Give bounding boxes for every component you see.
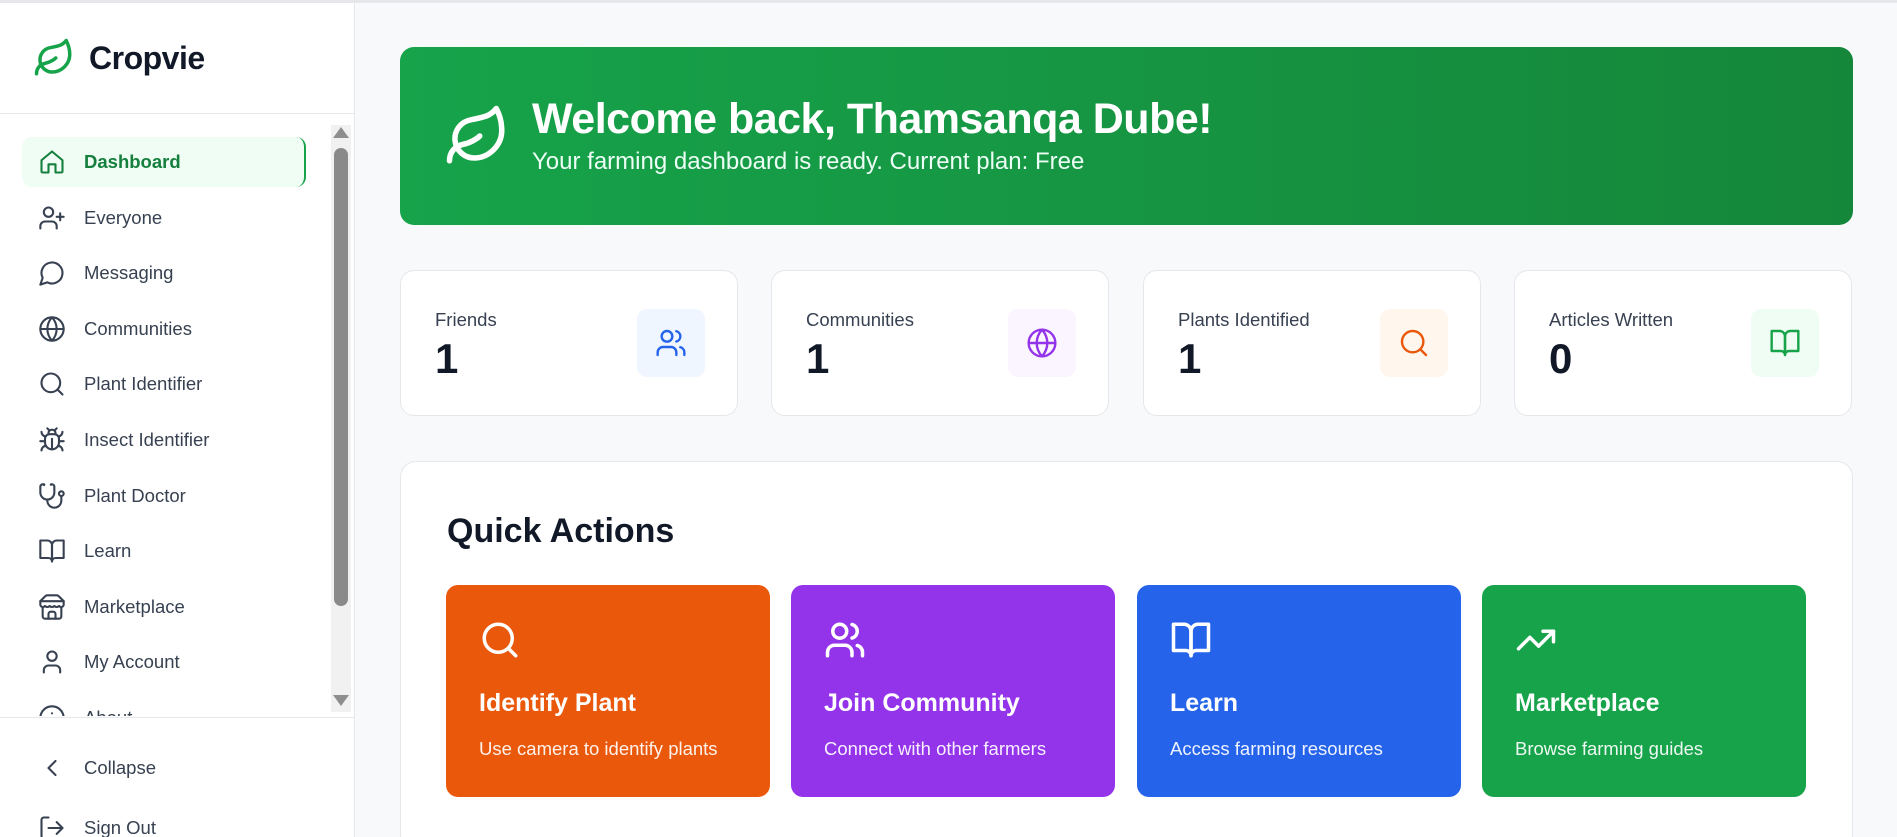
chevron-left-icon (47, 759, 57, 777)
search-icon (40, 372, 64, 396)
stethoscope-icon (39, 482, 65, 509)
home-icon (40, 150, 64, 174)
search-icon (482, 622, 518, 658)
stat-value: 1 (1178, 335, 1202, 382)
sidebar-scrollbar[interactable] (331, 125, 351, 712)
collapse-button[interactable]: Collapse (38, 754, 156, 782)
user-plus-icon (39, 206, 65, 230)
quick-actions-title: Quick Actions (447, 512, 675, 550)
sign-out-label: Sign Out (84, 817, 156, 837)
sign-out-button[interactable]: Sign Out (38, 814, 156, 837)
sidebar-item-label: Dashboard (84, 151, 181, 172)
quick-action-desc: Connect with other farmers (824, 738, 1047, 759)
sidebar-nav-scroll: Dashboard Everyone Messaging Communities… (0, 115, 354, 716)
sidebar-nav: Dashboard Everyone Messaging Communities… (22, 137, 306, 716)
book-open-icon (1171, 622, 1211, 658)
app-name: Cropvie (89, 39, 205, 76)
welcome-banner: Welcome back, Thamsanqa Dube! Your farmi… (400, 47, 1853, 225)
marketplace-button[interactable]: Marketplace Browse farming guides (1482, 585, 1806, 797)
sidebar-item-label: Communities (84, 317, 192, 339)
stat-card-articles-written: Articles Written 0 (1514, 270, 1852, 416)
bug-icon (39, 427, 65, 452)
sidebar-item-label: Learn (84, 540, 132, 562)
quick-action-title: Learn (1170, 689, 1239, 717)
message-circle-icon (39, 261, 64, 286)
users-icon (656, 329, 686, 357)
sidebar-item-dashboard[interactable]: Dashboard (22, 137, 306, 187)
sidebar-item-label: Marketplace (84, 595, 185, 617)
stat-label: Friends (435, 309, 497, 330)
stat-card-communities: Communities 1 (771, 270, 1109, 416)
sidebar-item-label: Insect Identifier (84, 428, 210, 450)
stat-value: 1 (435, 335, 459, 382)
scrollbar-thumb[interactable] (334, 148, 348, 606)
welcome-title: Welcome back, Thamsanqa Dube! (532, 95, 1213, 144)
users-icon (825, 622, 865, 658)
user-icon (42, 650, 62, 674)
stat-icon-box (637, 309, 705, 377)
book-open-icon (39, 539, 65, 563)
quick-action-desc: Access farming resources (1170, 738, 1383, 759)
sidebar-item-label: Messaging (84, 262, 174, 284)
stat-label: Communities (806, 309, 914, 330)
stat-value: 1 (806, 335, 830, 382)
quick-actions-panel: Quick Actions Identify Plant Use camera … (400, 461, 1853, 837)
stat-label: Plants Identified (1178, 309, 1310, 330)
identify-plant-button[interactable]: Identify Plant Use camera to identify pl… (446, 585, 770, 797)
leaf-logo-icon (34, 38, 72, 76)
sidebar-item-plant-identifier[interactable]: Plant Identifier (22, 359, 306, 409)
sidebar-item-insect-identifier[interactable]: Insect Identifier (22, 415, 306, 465)
quick-action-title: Marketplace (1515, 689, 1660, 717)
quick-action-desc: Browse farming guides (1515, 738, 1704, 759)
sidebar-item-marketplace[interactable]: Marketplace (22, 582, 306, 632)
sidebar-item-label: Plant Doctor (84, 484, 186, 506)
learn-button[interactable]: Learn Access farming resources (1137, 585, 1461, 797)
sidebar-item-communities[interactable]: Communities (22, 304, 306, 354)
quick-action-title: Identify Plant (479, 689, 636, 717)
log-out-icon (40, 816, 64, 837)
stat-card-plants-identified: Plants Identified 1 (1143, 270, 1481, 416)
stat-value: 0 (1549, 335, 1573, 382)
sidebar: Cropvie Dashboard Everyone Messaging Com… (0, 3, 355, 837)
join-community-button[interactable]: Join Community Connect with other farmer… (791, 585, 1115, 797)
sidebar-item-about[interactable]: About (22, 693, 306, 716)
quick-action-desc: Use camera to identify plants (479, 738, 718, 759)
quick-action-title: Join Community (824, 689, 1020, 717)
search-icon (1400, 329, 1428, 357)
sidebar-item-label: Everyone (84, 206, 163, 228)
sidebar-item-everyone[interactable]: Everyone (22, 193, 306, 243)
welcome-subtitle: Your farming dashboard is ready. Current… (532, 147, 1085, 175)
sidebar-item-label: Plant Identifier (84, 373, 203, 395)
sidebar-item-my-account[interactable]: My Account (22, 637, 306, 687)
globe-icon (1027, 328, 1057, 358)
globe-icon (39, 316, 65, 342)
sidebar-item-label: My Account (84, 651, 180, 673)
sidebar-item-label: About (84, 707, 132, 716)
stat-icon-box (1008, 309, 1076, 377)
scroll-down-arrow-icon[interactable] (333, 695, 349, 706)
sidebar-item-learn[interactable]: Learn (22, 526, 306, 576)
stat-label: Articles Written (1549, 309, 1674, 330)
sidebar-footer: Collapse Sign Out (0, 717, 354, 837)
scroll-up-arrow-icon[interactable] (333, 127, 349, 138)
trending-up-icon (1516, 629, 1556, 651)
info-icon (39, 705, 65, 716)
leaf-icon (446, 105, 505, 164)
sidebar-item-messaging[interactable]: Messaging (22, 248, 306, 298)
stat-icon-box (1751, 309, 1819, 377)
stat-card-friends: Friends 1 (400, 270, 738, 416)
book-open-icon (1770, 329, 1800, 357)
stat-icon-box (1380, 309, 1448, 377)
store-icon (39, 594, 65, 620)
collapse-label: Collapse (84, 757, 156, 778)
brand[interactable]: Cropvie (0, 3, 354, 114)
sidebar-item-plant-doctor[interactable]: Plant Doctor (22, 471, 306, 521)
